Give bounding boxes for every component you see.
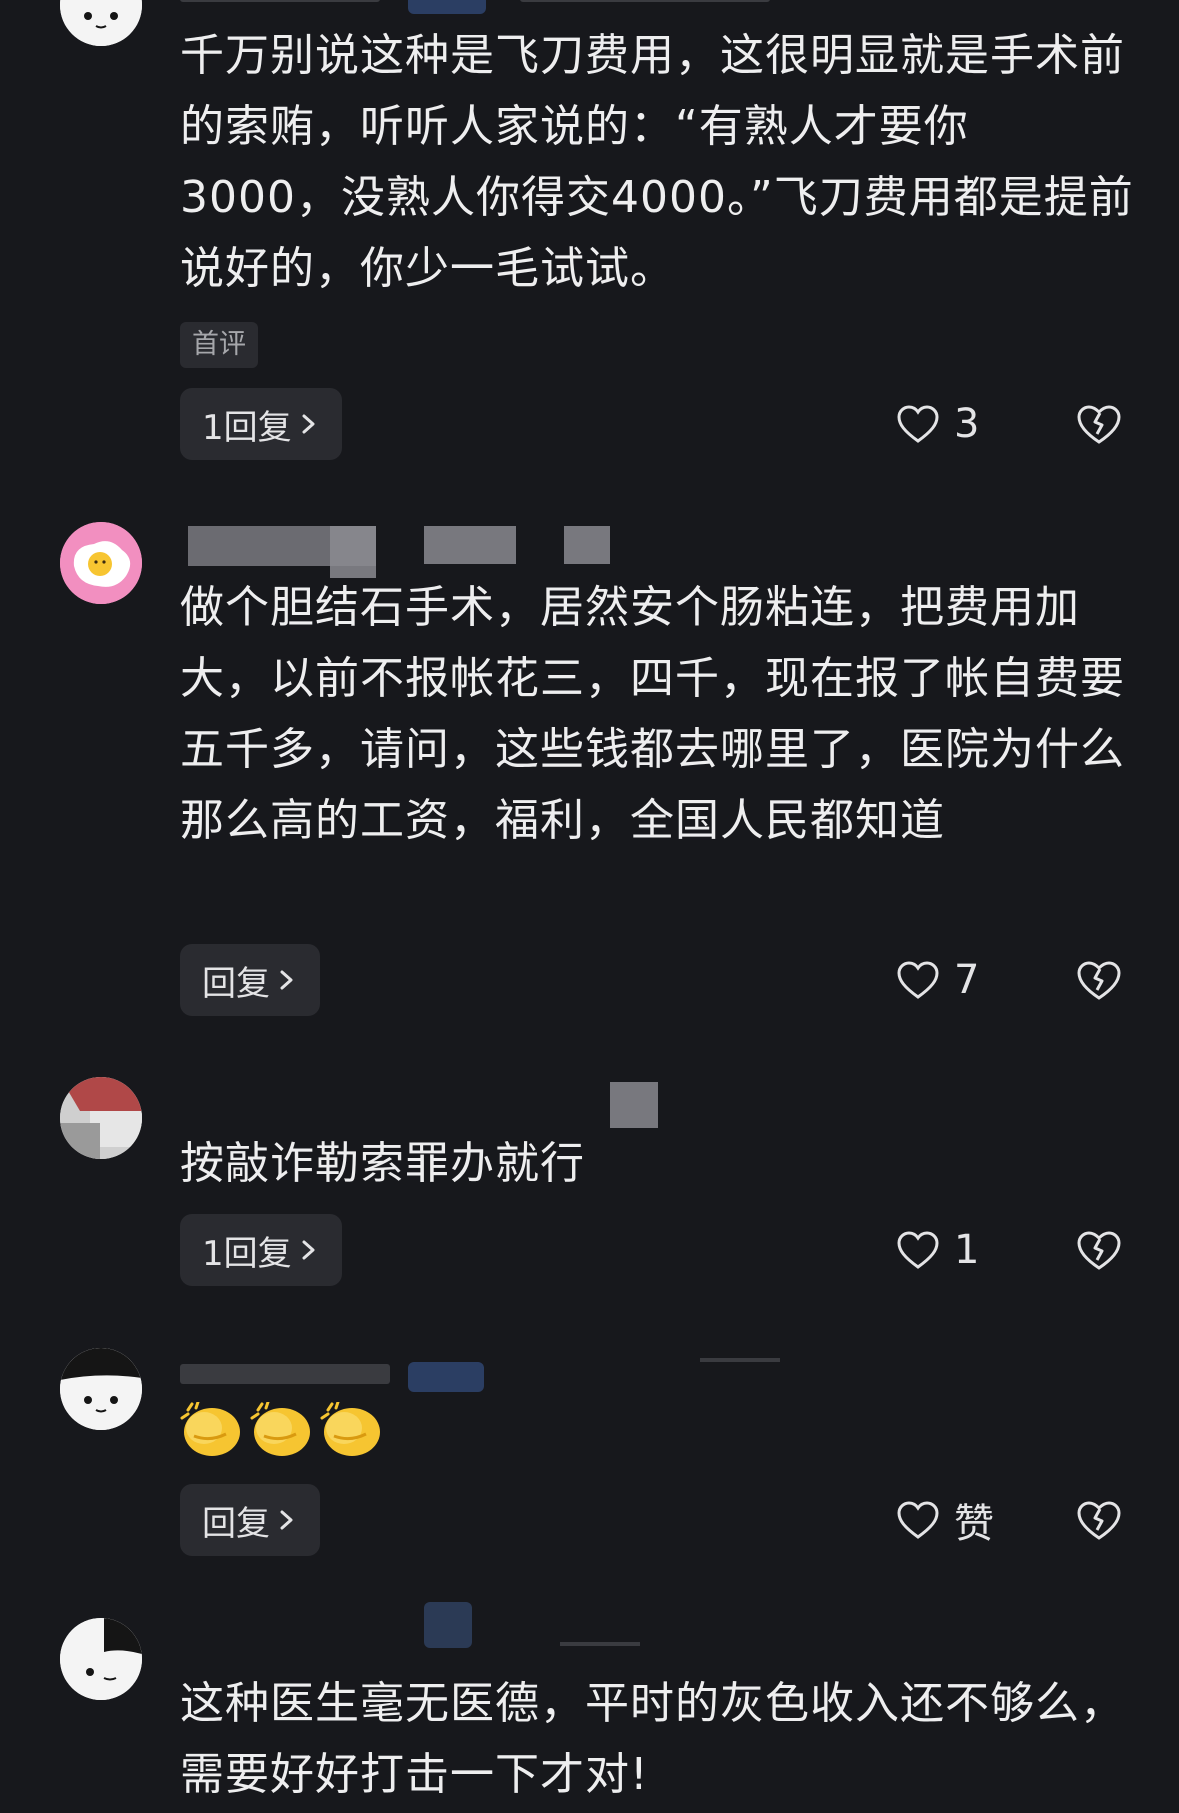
comment-header-redacted: [180, 522, 880, 578]
heart-outline-icon: [897, 405, 939, 443]
reply-button-label: 回复: [202, 1503, 270, 1544]
avatar[interactable]: [60, 522, 142, 604]
redacted-meta: [560, 1642, 640, 1646]
redacted-tag: [424, 526, 516, 564]
comment-text: 这种医生毫无医德，平时的灰色收入还不够么，需要好好打击一下才对!: [180, 1678, 1125, 1800]
reply-button-label: 1回复: [202, 407, 292, 448]
avatar[interactable]: [60, 1618, 142, 1700]
reply-button[interactable]: 1回复: [180, 1214, 342, 1286]
like-button[interactable]: 1: [896, 1214, 979, 1286]
fried-egg-icon: [60, 522, 142, 604]
redacted-meta: [564, 526, 610, 564]
cartoon-face-icon: [60, 1348, 142, 1430]
comment-item: 千万别说这种是飞刀费用，这很明显就是手术前的索贿，听听人家说的：“有熟人才要你 …: [0, 0, 1179, 460]
redacted-tag: [408, 1362, 484, 1392]
comment-header-redacted: [180, 1080, 880, 1128]
broken-heart-icon: [1077, 1501, 1121, 1540]
dislike-button[interactable]: [1075, 1214, 1123, 1286]
comment-header-redacted: [180, 1358, 880, 1398]
redacted-tag: [408, 0, 486, 14]
reply-button[interactable]: 回复: [180, 944, 320, 1016]
emoji-row: [180, 1402, 382, 1458]
redacted-username-part: [330, 526, 376, 578]
chevron-right-icon: [302, 414, 315, 434]
broken-heart-icon: [1077, 961, 1121, 1000]
like-button[interactable]: 7: [896, 944, 979, 1016]
dislike-button[interactable]: [1075, 944, 1123, 1016]
avatar[interactable]: [60, 0, 142, 46]
clapping-hands-icon: [180, 1402, 240, 1456]
redacted-meta: [700, 1358, 780, 1362]
like-count: 赞: [954, 1501, 994, 1547]
first-comment-badge: 首评: [180, 322, 258, 368]
redacted-username: [180, 1364, 390, 1384]
chevron-right-icon: [302, 1240, 315, 1260]
chevron-right-icon: [280, 970, 293, 990]
comment-text: 做个胆结石手术，居然安个肠粘连，把费用加大，以前不报帐花三，四千，现在报了帐自费…: [180, 582, 1125, 846]
comment-text: 千万别说这种是飞刀费用，这很明显就是手术前的索贿，听听人家说的：“有熟人才要你 …: [180, 30, 1134, 294]
clapping-hands-icon: [250, 1402, 310, 1456]
like-count: 1: [954, 1227, 980, 1273]
dislike-button[interactable]: [1075, 388, 1123, 460]
heart-outline-icon: [897, 1501, 939, 1539]
reply-button[interactable]: 回复: [180, 1484, 320, 1556]
like-button[interactable]: 3: [896, 388, 979, 460]
reply-button-label: 1回复: [202, 1233, 292, 1274]
redacted-meta: [610, 1082, 658, 1128]
redacted-meta: [520, 0, 770, 2]
comment-header-redacted: [180, 0, 880, 18]
avatar[interactable]: [60, 1077, 142, 1159]
cartoon-face-icon: [60, 1618, 142, 1700]
reply-button-label: 回复: [202, 963, 270, 1004]
clapping-hands-icon: [320, 1402, 380, 1456]
avatar[interactable]: [60, 1348, 142, 1430]
chevron-right-icon: [280, 1510, 293, 1530]
profile-photo-icon: [60, 1077, 142, 1159]
like-count: 7: [954, 957, 980, 1003]
dislike-button[interactable]: [1075, 1484, 1123, 1556]
comment-text: 按敲诈勒索罪办就行: [180, 1138, 585, 1189]
redacted-username: [180, 0, 380, 2]
comment-header-redacted: [180, 1598, 880, 1648]
reply-button[interactable]: 1回复: [180, 388, 342, 460]
redacted-tag: [424, 1602, 472, 1648]
heart-outline-icon: [897, 961, 939, 999]
like-count: 3: [954, 401, 980, 447]
like-button[interactable]: 赞: [896, 1484, 994, 1556]
heart-outline-icon: [897, 1231, 939, 1269]
cartoon-face-icon: [60, 0, 142, 46]
broken-heart-icon: [1077, 1231, 1121, 1270]
broken-heart-icon: [1077, 405, 1121, 444]
